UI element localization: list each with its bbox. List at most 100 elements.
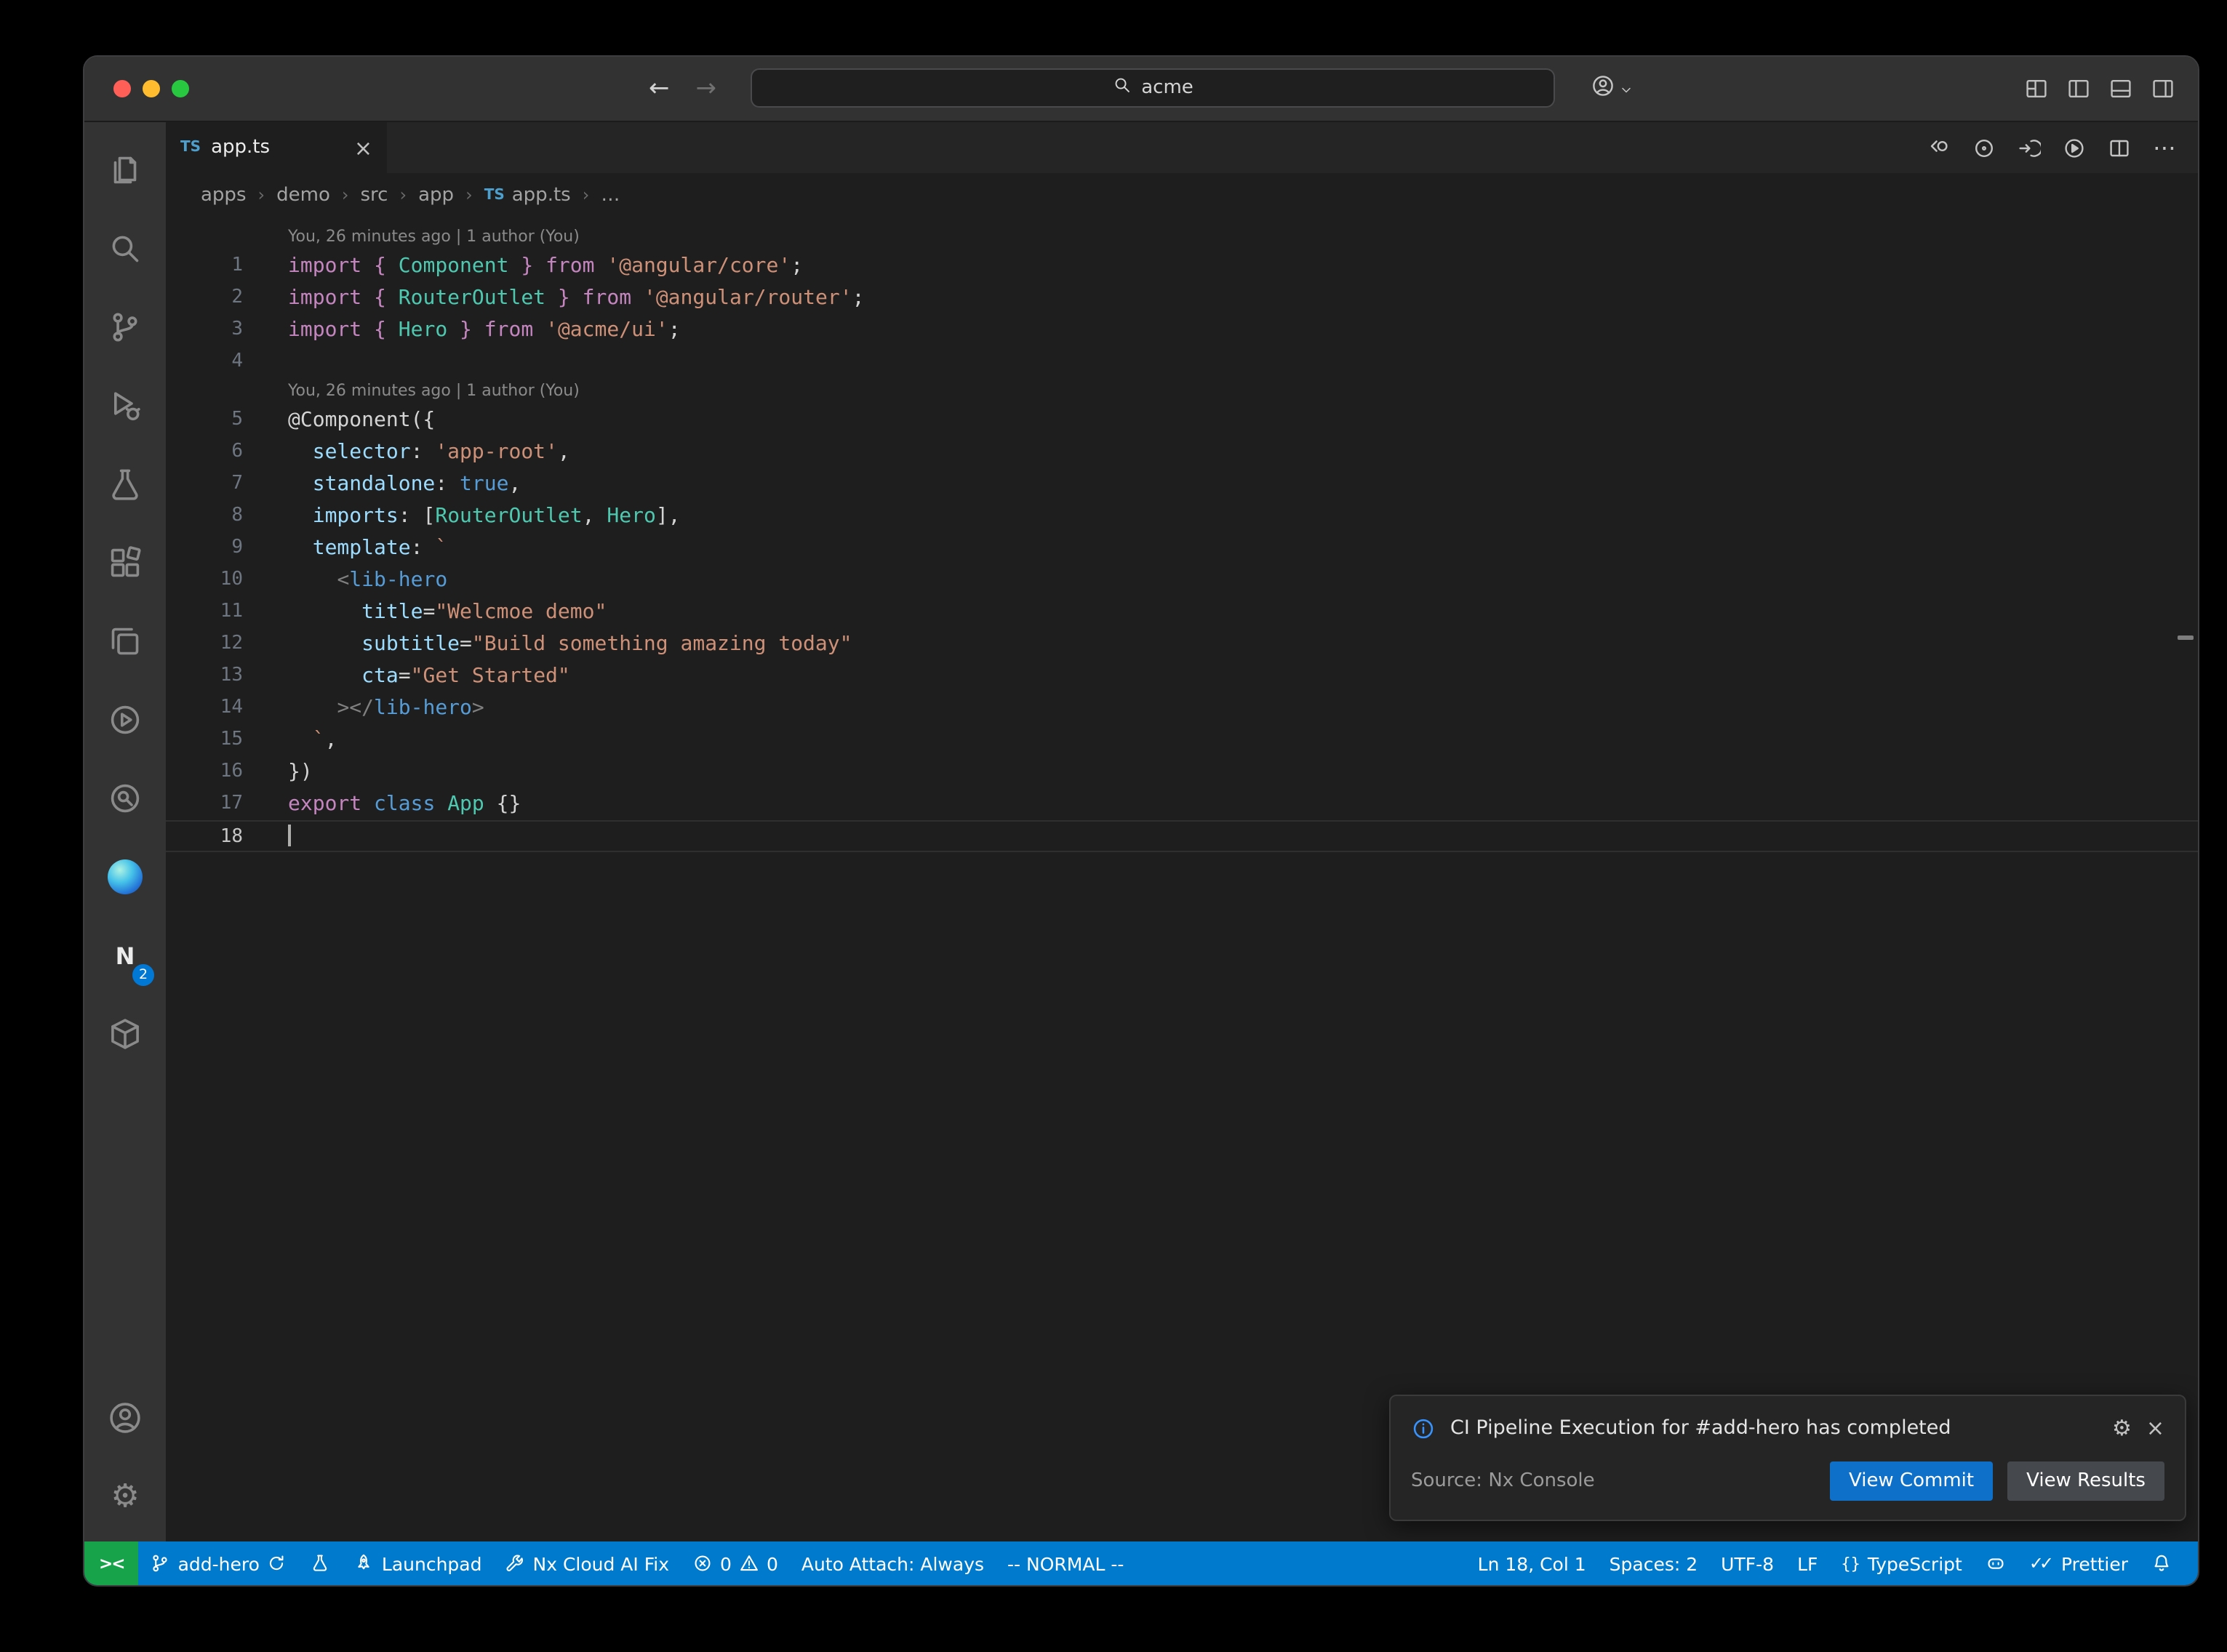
status-nx-cloud-ai-fix[interactable]: Nx Cloud AI Fix xyxy=(494,1541,681,1585)
code-line: 9 template: ` xyxy=(166,532,2198,564)
view-commit-button[interactable]: View Commit xyxy=(1830,1461,1993,1501)
line-number: 15 xyxy=(166,724,259,756)
search-query: acme xyxy=(1141,77,1194,99)
status-auto-attach[interactable]: Auto Attach: Always xyxy=(790,1541,996,1585)
activity-item-edge-browser[interactable] xyxy=(84,838,166,916)
testing-icon xyxy=(108,467,143,502)
more-actions-icon[interactable]: ⋯ xyxy=(2153,134,2178,161)
editor-actions: ⋯ xyxy=(1927,122,2198,173)
notification-footer: Source: Nx Console View CommitView Resul… xyxy=(1391,1450,2185,1520)
code-line: 11 title="Welcmoe demo" xyxy=(166,596,2198,628)
toggle-primary-sidebar-icon[interactable] xyxy=(2067,77,2090,100)
extensions-icon xyxy=(108,545,143,580)
breadcrumb-item[interactable]: src xyxy=(361,184,388,206)
breadcrumb-separator: › xyxy=(342,185,349,205)
split-editor-icon[interactable] xyxy=(2108,136,2131,159)
branch-icon xyxy=(151,1553,171,1573)
close-tab-icon[interactable]: × xyxy=(354,135,372,161)
status-launchpad[interactable]: Launchpad xyxy=(343,1541,494,1585)
launchpad-label: Launchpad xyxy=(382,1552,482,1574)
line-content: `, xyxy=(259,724,337,756)
activity-bar: N2 ⚙ xyxy=(84,122,166,1541)
status-beaker[interactable] xyxy=(299,1541,343,1585)
remote-icon: >< xyxy=(99,1553,124,1573)
tab-app-ts[interactable]: TS app.ts × xyxy=(166,122,387,173)
code-search-icon xyxy=(108,781,143,816)
minimize-window-button[interactable] xyxy=(143,80,160,97)
status-bar: >< add-hero Launchpad Nx Cloud AI Fix00 Auto… xyxy=(84,1541,2198,1585)
toggle-panel-icon[interactable] xyxy=(2109,77,2132,100)
status-indentation[interactable]: Spaces: 2 xyxy=(1598,1541,1710,1585)
view-results-button[interactable]: View Results xyxy=(2007,1461,2164,1501)
indentation-label: Spaces: 2 xyxy=(1610,1552,1698,1574)
code-line: 10 <lib-hero xyxy=(166,564,2198,596)
package-explorer-icon xyxy=(108,1017,143,1051)
status-copilot[interactable] xyxy=(1974,1541,2018,1585)
activity-item-testing[interactable] xyxy=(84,445,166,524)
line-number: 5 xyxy=(166,404,259,436)
activity-item-run-circle[interactable] xyxy=(84,681,166,759)
cursor-position-label: Ln 18, Col 1 xyxy=(1478,1552,1586,1574)
status-prettier[interactable]: ✓✓Prettier xyxy=(2018,1541,2140,1585)
activity-item-package-explorer[interactable] xyxy=(84,995,166,1073)
notification-settings-icon[interactable]: ⚙ xyxy=(2112,1415,2132,1441)
breadcrumb-item[interactable]: apps xyxy=(201,184,247,206)
status-notifications[interactable] xyxy=(2140,1541,2183,1585)
editor[interactable]: You, 26 minutes ago | 1 author (You)1imp… xyxy=(166,217,2198,1541)
activity-item-search[interactable] xyxy=(84,209,166,288)
codelens[interactable]: You, 26 minutes ago | 1 author (You) xyxy=(166,378,2198,404)
activity-item-accounts[interactable] xyxy=(84,1379,166,1457)
zoom-window-button[interactable] xyxy=(172,80,189,97)
customize-layout-icon[interactable] xyxy=(2025,77,2048,100)
status-problems[interactable]: 00 xyxy=(681,1541,790,1585)
notification-header: CI Pipeline Execution for #add-hero has … xyxy=(1391,1396,2185,1450)
settings-icon: ⚙ xyxy=(111,1478,139,1515)
branch-label: add-hero xyxy=(178,1552,260,1574)
activity-item-code-search[interactable] xyxy=(84,759,166,838)
profile-button[interactable] xyxy=(1591,57,1634,121)
sync-status-icon[interactable] xyxy=(1972,136,1996,159)
screen: ← → acme N2 ⚙ TS app.ts × xyxy=(0,0,2227,1652)
status-language-mode[interactable]: {}TypeScript xyxy=(1829,1541,1973,1585)
back-icon[interactable]: ← xyxy=(649,74,670,103)
forward-icon[interactable]: → xyxy=(696,74,717,103)
code-line: 13 cta="Get Started" xyxy=(166,660,2198,692)
command-center-search[interactable]: acme xyxy=(751,68,1555,108)
toggle-secondary-sidebar-icon[interactable] xyxy=(2151,77,2175,100)
status-encoding[interactable]: UTF-8 xyxy=(1709,1541,1786,1585)
bell-icon xyxy=(2151,1553,2172,1573)
close-window-button[interactable] xyxy=(113,80,131,97)
breadcrumb-item[interactable]: TSapp.ts xyxy=(484,184,571,206)
profile-icon xyxy=(1591,74,1615,97)
breadcrumb-item[interactable]: … xyxy=(601,184,620,206)
status-eol[interactable]: LF xyxy=(1786,1541,1829,1585)
source-control-icon xyxy=(108,310,143,345)
activity-item-nx-console[interactable]: N2 xyxy=(84,916,166,995)
activity-item-extensions[interactable] xyxy=(84,524,166,602)
breadcrumb-label: app xyxy=(418,184,454,206)
run-file-icon[interactable] xyxy=(2063,136,2086,159)
activity-item-copies[interactable] xyxy=(84,602,166,681)
breadcrumb-item[interactable]: demo xyxy=(276,184,330,206)
auto-attach-label: Auto Attach: Always xyxy=(801,1552,984,1574)
status-remote[interactable]: >< xyxy=(84,1541,139,1585)
status-vim-mode[interactable]: -- NORMAL -- xyxy=(996,1541,1135,1585)
breadcrumb-label: … xyxy=(601,184,620,206)
codelens[interactable]: You, 26 minutes ago | 1 author (You) xyxy=(166,224,2198,250)
activity-item-explorer[interactable] xyxy=(84,131,166,209)
activity-item-run-and-debug[interactable] xyxy=(84,366,166,445)
history-nav: ← → xyxy=(649,57,716,121)
activity-item-source-control[interactable] xyxy=(84,288,166,366)
breadcrumb-label: src xyxy=(361,184,388,206)
line-number: 14 xyxy=(166,692,259,724)
problems-label: 0 xyxy=(720,1552,732,1574)
run-query-icon[interactable] xyxy=(2018,136,2041,159)
notification-close-icon[interactable]: × xyxy=(2146,1415,2164,1441)
breadcrumb-item[interactable]: app xyxy=(418,184,454,206)
search-icon xyxy=(1112,76,1131,95)
open-changes-icon[interactable] xyxy=(1927,136,1951,159)
status-branch[interactable]: add-hero xyxy=(139,1541,299,1585)
warning-icon xyxy=(739,1553,759,1573)
status-cursor-position[interactable]: Ln 18, Col 1 xyxy=(1466,1541,1598,1585)
activity-item-settings[interactable]: ⚙ xyxy=(84,1457,166,1536)
